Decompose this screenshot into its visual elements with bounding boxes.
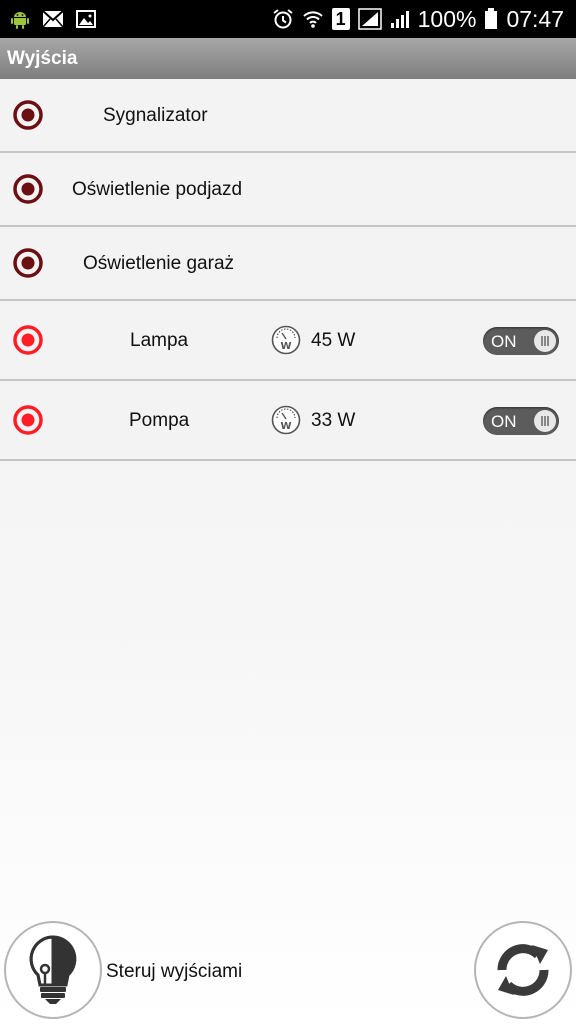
page-title: Wyjścia — [7, 48, 78, 69]
list-item-oswietlenie-podjazd[interactable]: Oświetlenie podjazd — [0, 153, 576, 227]
control-outputs-label[interactable]: Steruj wyjściami — [106, 961, 242, 983]
output-name: Sygnalizator — [103, 105, 208, 126]
toggle-knob[interactable] — [534, 330, 556, 352]
toggle-label: ON — [491, 332, 517, 351]
power-meter-icon: W — [271, 405, 301, 435]
output-state-icon[interactable] — [13, 100, 43, 130]
output-name: Oświetlenie garaż — [83, 253, 235, 274]
sim-1-icon: 1 — [331, 8, 350, 30]
signal-icon — [357, 8, 382, 30]
signal-icon — [390, 8, 410, 30]
mail-icon — [42, 10, 64, 28]
lightbulb-icon — [29, 935, 77, 1004]
output-name: Oświetlenie podjazd — [72, 179, 243, 200]
output-state-icon[interactable] — [13, 174, 43, 204]
control-outputs-button[interactable] — [4, 921, 102, 1019]
list-item-pompa[interactable]: Pompa W 33 W ON — [0, 381, 576, 461]
alarm-icon — [272, 8, 294, 30]
battery-level: 100% — [417, 5, 477, 32]
svg-text:W: W — [280, 421, 291, 432]
output-name: Lampa — [130, 330, 189, 351]
power-meter-icon: W — [271, 325, 301, 355]
power-value: 33 W — [311, 410, 356, 431]
output-state-icon[interactable] — [13, 248, 43, 278]
toggle-switch[interactable]: ON — [483, 407, 559, 435]
android-icon — [10, 9, 30, 29]
toggle-knob[interactable] — [534, 410, 556, 432]
clock: 07:47 — [506, 5, 564, 32]
output-name: Pompa — [129, 410, 190, 431]
refresh-button[interactable] — [474, 921, 572, 1019]
refresh-icon — [497, 944, 549, 996]
list-item-lampa[interactable]: Lampa W 45 W ON — [0, 301, 576, 381]
svg-text:W: W — [280, 341, 291, 352]
outputs-list: Sygnalizator Oświetlenie podjazd Oświetl… — [0, 79, 576, 461]
power-value: 45 W — [311, 330, 356, 351]
output-state-icon[interactable] — [13, 325, 43, 355]
title-bar: Wyjścia — [0, 38, 576, 80]
output-state-icon[interactable] — [13, 405, 43, 435]
toggle-label: ON — [491, 412, 517, 431]
list-item-oswietlenie-garaz[interactable]: Oświetlenie garaż — [0, 227, 576, 301]
status-bar: 1 100% 07:47 — [0, 0, 576, 38]
image-icon — [76, 10, 96, 28]
list-item-sygnalizator[interactable]: Sygnalizator — [0, 79, 576, 153]
battery-icon — [484, 8, 498, 30]
toggle-switch[interactable]: ON — [483, 327, 559, 355]
wifi-icon — [302, 8, 324, 30]
